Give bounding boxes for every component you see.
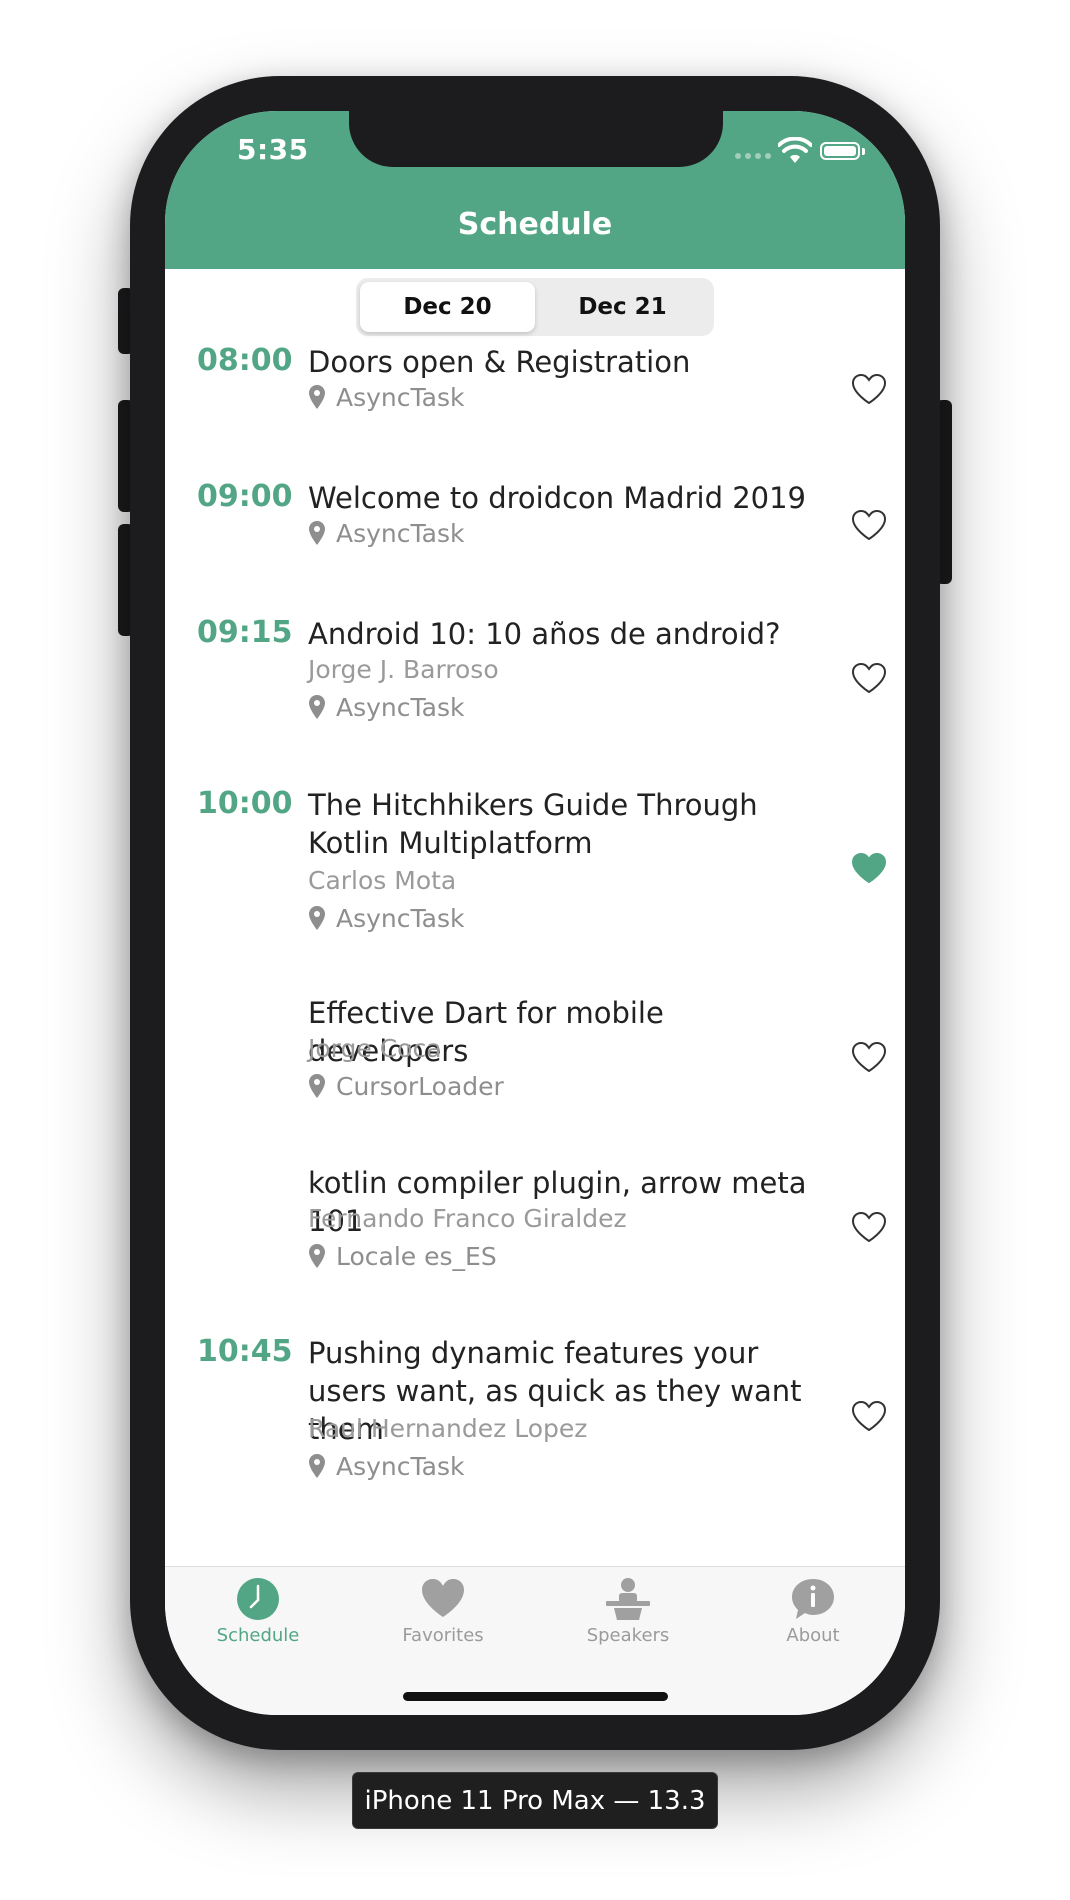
tab-label: Speakers: [586, 1625, 670, 1646]
wifi-icon: [778, 137, 812, 163]
phone-screen: 5:35 Schedule Dec 20 Dec 21 08:00 Doors …: [165, 111, 905, 1715]
session-row[interactable]: 09:00 Welcome to droidcon Madrid 2019 As…: [165, 473, 905, 583]
tab-dec-21[interactable]: Dec 21: [535, 282, 710, 332]
session-room: Locale es_ES: [308, 1240, 828, 1272]
favorite-heart-icon[interactable]: [851, 509, 887, 541]
session-room-label: AsyncTask: [336, 903, 465, 933]
session-row[interactable]: kotlin compiler plugin, arrow meta 101 F…: [165, 1158, 905, 1298]
session-title: Android 10: 10 años de android?: [308, 617, 781, 651]
session-title: Welcome to droidcon Madrid 2019: [308, 481, 806, 515]
heart-icon: [422, 1579, 464, 1617]
session-row[interactable]: Effective Dart for mobile developers Jor…: [165, 988, 905, 1128]
favorite-heart-filled-icon[interactable]: [851, 852, 887, 884]
session-room-label: AsyncTask: [336, 518, 465, 548]
home-indicator[interactable]: [403, 1692, 668, 1701]
location-pin-icon: [309, 1244, 325, 1268]
tab-dec-20[interactable]: Dec 20: [360, 282, 535, 332]
battery-icon: [820, 142, 865, 160]
session-time: 09:00: [197, 479, 293, 514]
tab-about[interactable]: About: [743, 1577, 883, 1657]
session-speaker: Jorge Coca: [308, 1034, 442, 1063]
device-label: iPhone 11 Pro Max — 13.3: [352, 1772, 718, 1829]
notch: [349, 111, 723, 167]
podium-icon: [606, 1578, 650, 1620]
favorite-heart-icon[interactable]: [851, 1400, 887, 1432]
session-title: The Hitchhikers Guide Through Kotlin Mul…: [308, 788, 758, 860]
session-speaker: Jorge J. Barroso: [308, 655, 499, 684]
tab-speakers[interactable]: Speakers: [558, 1577, 698, 1657]
date-segmented-control: Dec 20 Dec 21: [356, 278, 714, 336]
session-title: Doors open & Registration: [308, 345, 691, 379]
session-row[interactable]: 09:15 Android 10: 10 años de android? Jo…: [165, 609, 905, 749]
session-room-label: Locale es_ES: [336, 1241, 497, 1271]
session-time: 10:00: [197, 786, 293, 821]
session-room: AsyncTask: [308, 381, 828, 413]
favorite-heart-icon[interactable]: [851, 1211, 887, 1243]
info-bubble-icon: [792, 1579, 834, 1619]
location-pin-icon: [309, 1074, 325, 1098]
tab-favorites[interactable]: Favorites: [373, 1577, 513, 1657]
favorite-heart-icon[interactable]: [851, 373, 887, 405]
location-pin-icon: [309, 385, 325, 409]
session-room-label: AsyncTask: [336, 382, 465, 412]
tab-label: Schedule: [216, 1625, 300, 1646]
session-room-label: CursorLoader: [336, 1071, 504, 1101]
session-room-label: AsyncTask: [336, 1451, 465, 1481]
cellular-signal-icon: [735, 153, 771, 159]
session-time: 09:15: [197, 615, 293, 650]
session-room: AsyncTask: [308, 691, 828, 723]
tab-label: About: [786, 1625, 840, 1646]
location-pin-icon: [309, 906, 325, 930]
session-row[interactable]: 10:45 Pushing dynamic features your user…: [165, 1328, 905, 1508]
session-row[interactable]: 08:00 Doors open & Registration AsyncTas…: [165, 337, 905, 447]
session-speaker: Carlos Mota: [308, 866, 457, 895]
session-time: 08:00: [197, 343, 293, 378]
session-room: AsyncTask: [308, 1450, 828, 1482]
session-room-label: AsyncTask: [336, 692, 465, 722]
location-pin-icon: [309, 1454, 325, 1478]
tab-schedule[interactable]: Schedule: [188, 1577, 328, 1657]
tab-label: Favorites: [402, 1625, 484, 1646]
clock-icon: [237, 1578, 279, 1620]
session-room: CursorLoader: [308, 1070, 828, 1102]
session-room: AsyncTask: [308, 517, 828, 549]
session-room: AsyncTask: [308, 902, 828, 934]
favorite-heart-icon[interactable]: [851, 1041, 887, 1073]
session-speaker: Raul Hernandez Lopez: [308, 1414, 588, 1443]
session-row[interactable]: 10:00 The Hitchhikers Guide Through Kotl…: [165, 780, 905, 960]
location-pin-icon: [309, 695, 325, 719]
page-title: Schedule: [457, 207, 613, 242]
location-pin-icon: [309, 521, 325, 545]
favorite-heart-icon[interactable]: [851, 662, 887, 694]
session-time: 10:45: [197, 1334, 293, 1369]
session-speaker: Fernando Franco Giraldez: [308, 1204, 627, 1233]
status-time: 5:35: [237, 133, 309, 166]
